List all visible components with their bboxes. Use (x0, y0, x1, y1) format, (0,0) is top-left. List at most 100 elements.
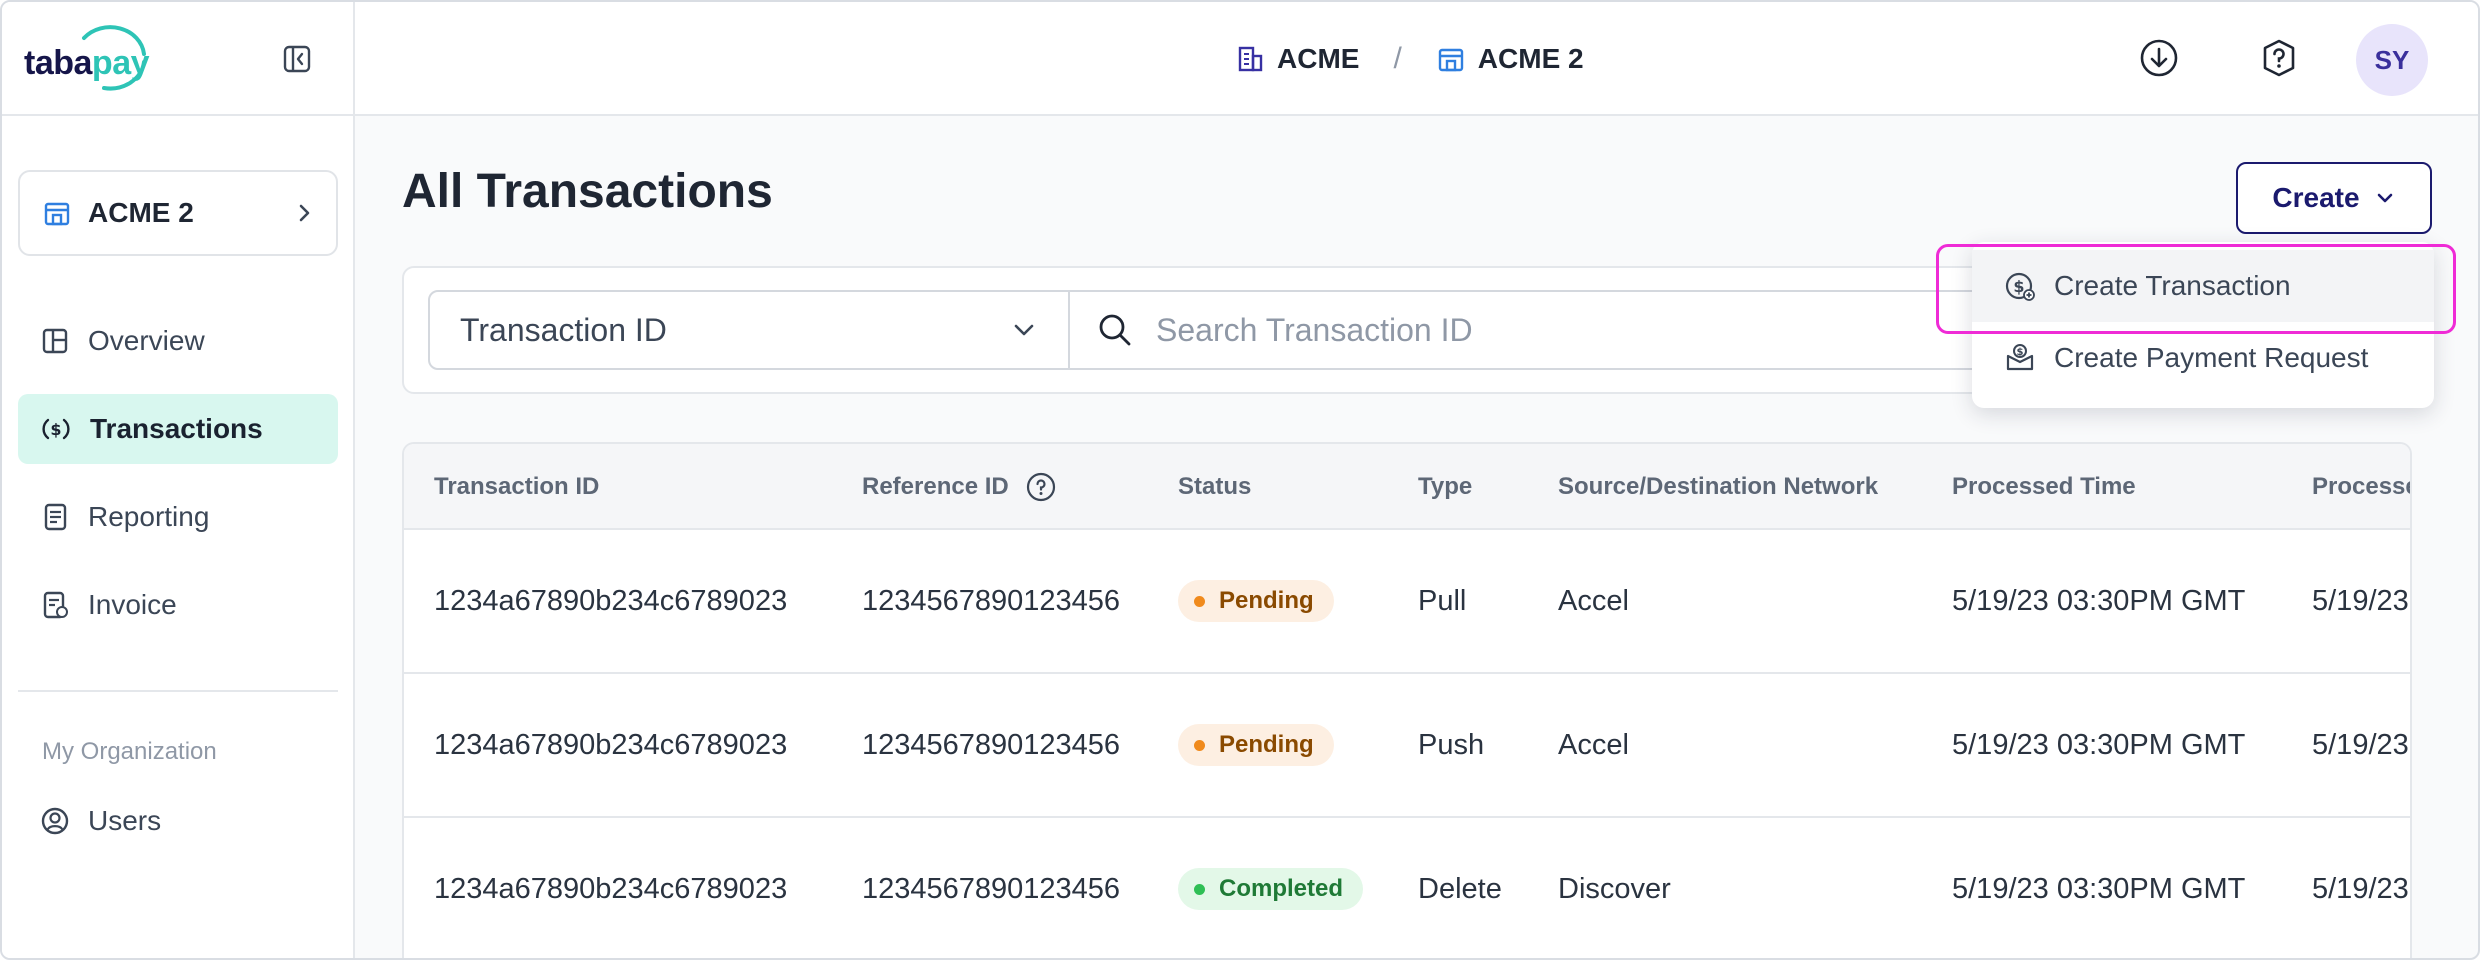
column-header-label: Reference ID (862, 473, 1009, 500)
svg-text:$: $ (2013, 277, 2024, 296)
search-field-select[interactable]: Transaction ID (428, 290, 1070, 370)
cell-reference-id: 1234567890123456 (862, 872, 1121, 905)
cell-network: Accel (1558, 584, 1629, 617)
column-header-network[interactable]: Source/Destination Network (1558, 444, 1878, 530)
sidebar-header-divider (2, 114, 353, 116)
app-window: tabapay ACME 2 Overview $ Transactions R… (0, 0, 2480, 960)
column-header-label: Transaction ID (434, 473, 600, 500)
breadcrumb-label: ACME 2 (1477, 43, 1584, 74)
status-badge: Pending (1178, 724, 1334, 766)
cell-network: Discover (1558, 872, 1671, 905)
table-row[interactable]: 1234a67890b234c6789023 1234567890123456 … (404, 674, 2410, 818)
column-header-type[interactable]: Type (1418, 444, 1472, 530)
org-switcher-label: ACME 2 (88, 197, 194, 228)
search-icon (1099, 314, 1131, 346)
report-icon (44, 503, 67, 531)
sidebar-item-label: Reporting (88, 501, 210, 532)
sidebar-item-users[interactable]: Users (18, 786, 338, 856)
breadcrumb-label: ACME (1277, 43, 1360, 74)
cell-processed-date-cut: 5/19/23 (2312, 728, 2409, 761)
column-header-processed-time[interactable]: Processed Time (1952, 444, 2136, 530)
menu-item-create-payment-request[interactable]: $ Create Payment Request (1972, 322, 2434, 394)
user-avatar[interactable]: SY (2356, 24, 2428, 96)
cell-processed-time: 5/19/23 03:30PM GMT (1952, 728, 2246, 761)
sidebar-item-reporting[interactable]: Reporting (18, 482, 338, 552)
chevron-down-icon (1014, 324, 1034, 336)
sidebar-divider (18, 690, 338, 692)
sidebar: tabapay ACME 2 Overview $ Transactions R… (2, 2, 355, 958)
cell-network: Accel (1558, 728, 1629, 761)
sidebar-item-label: Overview (88, 325, 205, 356)
table-header: Transaction ID Reference ID Status Type … (404, 444, 2410, 530)
org-switcher[interactable]: ACME 2 (18, 170, 338, 256)
cell-type: Push (1418, 728, 1485, 761)
status-badge: Completed (1178, 868, 1364, 910)
dollar-circle-plus-icon: $ (2005, 272, 2035, 301)
cell-processed-time: 5/19/23 03:30PM GMT (1952, 872, 2246, 905)
sidebar-item-label: Transactions (90, 413, 263, 444)
cell-transaction-id: 1234a67890b234c6789023 (434, 872, 788, 905)
cell-type: Delete (1418, 872, 1502, 905)
column-header-label: Processed Time (1952, 473, 2136, 500)
section-label-my-organization: My Organization (42, 738, 217, 765)
cell-status: Pending (1178, 674, 1334, 816)
layout-icon (42, 328, 68, 354)
chevron-right-icon (299, 204, 310, 222)
store-icon (44, 202, 70, 226)
status-badge-label: Completed (1219, 875, 1344, 902)
cell-reference-id: 1234567890123456 (862, 728, 1121, 761)
logo-text: tabapay (24, 44, 150, 83)
sidebar-item-transactions[interactable]: $ Transactions (18, 394, 338, 464)
status-badge-label: Pending (1219, 731, 1314, 758)
column-header-label: Source/Destination Network (1558, 473, 1879, 500)
download-icon (2140, 39, 2178, 77)
menu-item-label: Create Payment Request (2054, 342, 2369, 373)
status-dot (1194, 739, 1205, 751)
sidebar-collapse-icon (283, 45, 311, 73)
column-header-transaction-id[interactable]: Transaction ID (434, 444, 599, 530)
column-header-reference-id[interactable]: Reference ID (862, 444, 1057, 530)
store-icon (1438, 48, 1463, 72)
column-header-processed-cut[interactable]: Processe (2312, 444, 2412, 530)
status-badge: Pending (1178, 580, 1334, 622)
breadcrumb: ACME / ACME 2 (1235, 38, 1584, 80)
info-question-icon[interactable] (1025, 471, 1057, 503)
cell-status: Pending (1178, 530, 1334, 672)
sidebar-item-label: Users (88, 805, 162, 836)
sidebar-item-overview[interactable]: Overview (18, 306, 338, 376)
column-header-label: Type (1418, 473, 1473, 500)
top-header: ACME / ACME 2 SY (355, 2, 2478, 116)
create-button[interactable]: Create (2236, 162, 2432, 234)
breadcrumb-item-acme-2[interactable]: ACME 2 (1436, 43, 1584, 75)
column-header-label: Status (1178, 473, 1252, 500)
table-row[interactable]: 1234a67890b234c6789023 1234567890123456 … (404, 818, 2410, 958)
chevron-down-icon (2377, 193, 2392, 203)
cell-type: Pull (1418, 584, 1467, 617)
create-dropdown-menu: $ Create Transaction $ Create Payment Re… (1972, 242, 2434, 408)
status-badge-label: Pending (1219, 587, 1314, 614)
user-circle-icon (41, 807, 69, 835)
help-button[interactable] (2257, 36, 2301, 80)
cell-transaction-id: 1234a67890b234c6789023 (434, 728, 788, 761)
cell-processed-date-cut: 5/19/23 (2312, 872, 2409, 905)
breadcrumb-separator: / (1393, 42, 1402, 75)
tabapay-logo[interactable]: tabapay (24, 24, 154, 94)
column-header-status[interactable]: Status (1178, 444, 1251, 530)
menu-item-create-transaction[interactable]: $ Create Transaction (1972, 250, 2434, 322)
sidebar-item-label: Invoice (88, 589, 177, 620)
download-button[interactable] (2137, 36, 2181, 80)
cell-reference-id: 1234567890123456 (862, 584, 1121, 617)
table-row[interactable]: 1234a67890b234c6789023 1234567890123456 … (404, 530, 2410, 674)
column-header-label: Processe (2312, 473, 2412, 500)
svg-text:$: $ (50, 420, 61, 439)
logo-text-pay: pay (91, 44, 150, 82)
breadcrumb-item-acme[interactable]: ACME (1235, 43, 1359, 75)
status-dot (1194, 883, 1205, 895)
collapse-sidebar-button[interactable] (280, 42, 314, 76)
dollar-cycle-icon: $ (42, 418, 70, 440)
cell-processed-date-cut: 5/19/23 (2312, 584, 2409, 617)
payment-request-icon: $ (2006, 344, 2034, 371)
sidebar-item-invoice[interactable]: Invoice (18, 570, 338, 640)
svg-text:$: $ (2017, 347, 2024, 358)
menu-item-label: Create Transaction (2054, 270, 2291, 301)
